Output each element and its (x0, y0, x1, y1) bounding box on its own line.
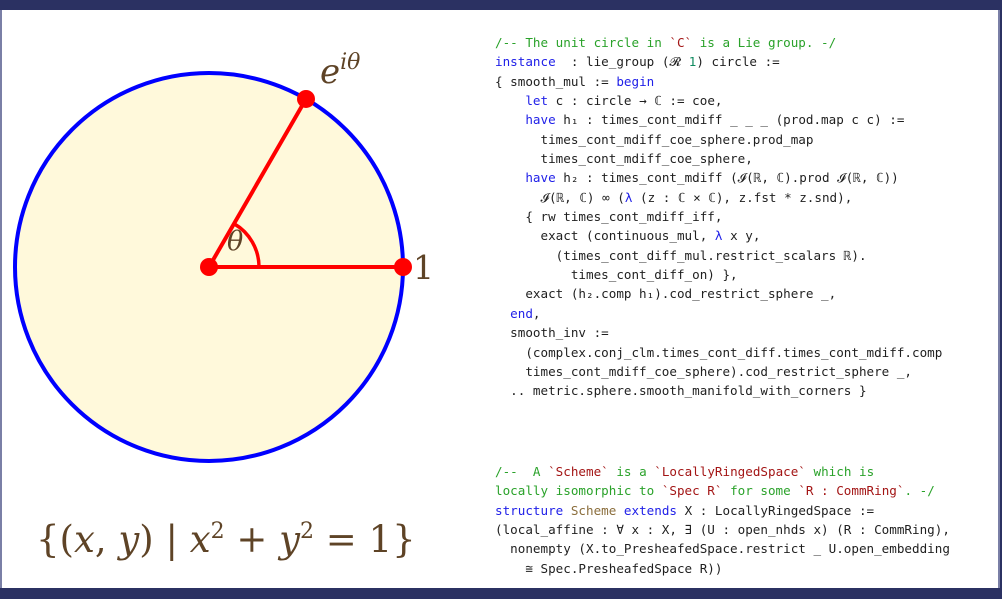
code-line: /-- A `Scheme` is a `LocallyRingedSpace`… (495, 462, 950, 481)
eq-part: = 1} (314, 518, 416, 561)
code-line: times_cont_mdiff_coe_sphere, (495, 149, 942, 168)
label-e-i-theta: eiθ (320, 50, 360, 92)
code-token: 𝓘(ℝ, ℂ) ∞ ( (495, 189, 625, 205)
code-token: times_cont_mdiff_coe_sphere.prod_map (495, 131, 814, 147)
code-line: exact (continuous_mul, λ x y, (495, 226, 942, 245)
code-token: nonempty (X.to_PresheafedSpace.restrict … (495, 541, 950, 557)
code-token: smooth_inv := (495, 325, 609, 341)
code-token: let (525, 93, 549, 109)
code-token: times_cont_diff_on) }, (495, 267, 738, 283)
code-token: , (532, 305, 541, 321)
code-token: (times_cont_diff_mul.restrict_scalars ℝ)… (495, 247, 867, 263)
code-token: exact (continuous_mul, (495, 228, 715, 244)
code-token: which is (805, 464, 875, 479)
code-token: `C` (669, 35, 693, 50)
code-token: `Scheme` (548, 464, 609, 479)
code-line: let c : circle → ℂ := coe, (495, 91, 942, 110)
code-token: locally isomorphic to (495, 483, 662, 499)
label-one: 1 (413, 248, 434, 287)
code-line: smooth_inv := (495, 323, 942, 342)
code-token: /-- A (495, 464, 549, 479)
code-token: times_cont_mdiff_coe_sphere, (495, 151, 753, 167)
code-line: ≅ Spec.PresheafedSpace R)) (495, 559, 950, 578)
code-token: . -/ (904, 483, 935, 499)
code-token: exact (h₂.comp h₁).cod_restrict_sphere _… (495, 286, 837, 302)
code-line: .. metric.sphere.smooth_manifold_with_co… (495, 381, 942, 400)
code-line: have h₂ : times_cont_mdiff (𝓘(ℝ, ℂ).prod… (495, 168, 942, 187)
code-token: ) circle := (696, 54, 780, 70)
unit-circle-svg: eiθ θ 1 (13, 50, 434, 463)
code-token: Scheme (563, 502, 617, 518)
code-token: { smooth_mul := (495, 73, 617, 89)
eq-part: , (94, 518, 119, 561)
code-token: .. metric.sphere.smooth_manifold_with_co… (495, 383, 867, 399)
code-token: have (525, 112, 556, 128)
code-token: instance (495, 54, 556, 70)
code-token: is a Lie group. -/ (692, 35, 837, 50)
scheme-code-block: /-- A `Scheme` is a `LocallyRingedSpace`… (495, 462, 950, 578)
code-line: (times_cont_diff_mul.restrict_scalars ℝ)… (495, 246, 942, 265)
eq-part: + (224, 518, 280, 561)
code-line: structure Scheme extends X : LocallyRing… (495, 501, 950, 520)
eq-var-x: x (189, 518, 211, 561)
code-token: `Spec R` (661, 483, 723, 499)
code-token: begin (616, 73, 655, 89)
code-token: x y, (722, 228, 761, 244)
eq-part: {( (36, 518, 74, 561)
point-e-i-theta (297, 89, 315, 108)
center-point (200, 258, 218, 276)
code-token: ≅ Spec.PresheafedSpace R)) (495, 560, 723, 576)
code-line: times_cont_mdiff_coe_sphere).cod_restric… (495, 362, 942, 381)
code-line: have h₁ : times_cont_mdiff _ _ _ (prod.m… (495, 110, 942, 129)
lie-group-code-block: /-- The unit circle in `C` is a Lie grou… (495, 33, 942, 401)
code-token: /-- The unit circle in (495, 35, 670, 50)
code-line: exact (h₂.comp h₁).cod_restrict_sphere _… (495, 284, 942, 303)
code-line: (local_affine : ∀ x : X, ∃ (U : open_nhd… (495, 520, 950, 539)
eq-part: ) | (139, 518, 190, 561)
code-token: `LocallyRingedSpace` (654, 464, 806, 479)
code-line: 𝓘(ℝ, ℂ) ∞ (λ (z : ℂ × ℂ), z.fst * z.snd)… (495, 188, 942, 207)
code-token: (complex.conj_clm.times_cont_diff.times_… (495, 344, 943, 360)
eq-var-y: y (118, 518, 140, 561)
point-one (394, 258, 412, 276)
code-token: for some (722, 483, 799, 499)
code-token: { rw times_cont_mdiff_iff, (495, 209, 723, 225)
eq-exponent: 2 (300, 519, 315, 544)
code-line: (complex.conj_clm.times_cont_diff.times_… (495, 343, 942, 362)
code-token: extends (616, 502, 677, 518)
code-token: h₁ : times_cont_mdiff _ _ _ (prod.map c … (555, 112, 905, 128)
code-line: { smooth_mul := begin (495, 72, 942, 91)
code-token: c : circle → ℂ := coe, (548, 93, 723, 109)
code-line: instance : lie_group (𝓡 1) circle := (495, 52, 942, 71)
code-token: is a (608, 464, 655, 479)
code-line: /-- The unit circle in `C` is a Lie grou… (495, 33, 942, 52)
code-token: end (510, 305, 533, 321)
code-token: X : LocallyRingedSpace := (677, 502, 875, 518)
eq-var-y: y (279, 518, 301, 561)
eq-exponent: 2 (210, 519, 225, 544)
code-token: : lie_group (𝓡 (555, 54, 689, 70)
code-token: have (525, 170, 556, 186)
code-line: nonempty (X.to_PresheafedSpace.restrict … (495, 539, 950, 558)
code-line: end, (495, 304, 942, 323)
code-token: (local_affine : ∀ x : X, ∃ (U : open_nhd… (495, 522, 950, 538)
code-token: structure (495, 502, 564, 518)
set-builder-equation: {(x, y) | x2 + y2 = 1} (36, 518, 416, 561)
code-line: { rw times_cont_mdiff_iff, (495, 207, 942, 226)
unit-circle-figure: eiθ θ 1 {(x, y) | x2 + y2 = 1} (2, 10, 462, 599)
code-line: times_cont_diff_on) }, (495, 265, 942, 284)
code-token: times_cont_mdiff_coe_sphere).cod_restric… (495, 363, 913, 379)
code-token: `R : CommRing` (798, 483, 905, 499)
code-line: locally isomorphic to `Spec R` for some … (495, 481, 950, 500)
code-token: (z : ℂ × ℂ), z.fst * z.snd), (632, 189, 853, 205)
slide-panel: eiθ θ 1 {(x, y) | x2 + y2 = 1} /-- The u… (0, 10, 1000, 588)
code-token: h₂ : times_cont_mdiff (𝓘(ℝ, ℂ).prod 𝓘(ℝ,… (555, 170, 899, 186)
eq-var-x: x (73, 518, 95, 561)
label-theta: θ (227, 226, 243, 257)
code-line: times_cont_mdiff_coe_sphere.prod_map (495, 130, 942, 149)
